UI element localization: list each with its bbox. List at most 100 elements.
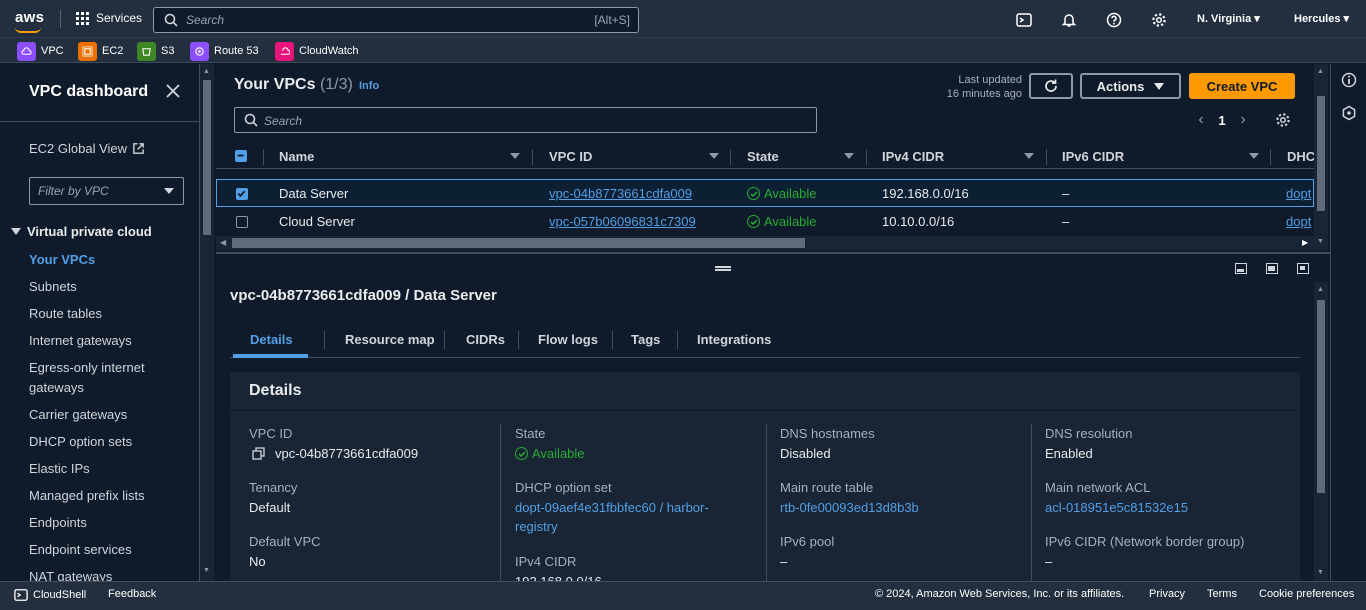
dhcp-option-link[interactable]: dopt (1286, 186, 1311, 201)
sidebar-item-endpoint-services[interactable]: Endpoint services (29, 540, 179, 560)
sidebar-item-managed-prefix-lists[interactable]: Managed prefix lists (29, 486, 179, 506)
scroll-left-arrow-icon[interactable]: ◀ (220, 238, 226, 247)
section-virtual-private-cloud[interactable]: Virtual private cloud (11, 224, 152, 239)
feedback-link[interactable]: Feedback (108, 588, 156, 600)
favorite-label: S3 (161, 45, 175, 57)
sidebar-item-carrier-gateways[interactable]: Carrier gateways (29, 405, 179, 425)
scroll-down-arrow-icon[interactable]: ▼ (1317, 569, 1324, 576)
tab-integrations[interactable]: Integrations (697, 332, 771, 347)
main-network-acl-link[interactable]: acl-018951e5c81532e15 (1045, 498, 1188, 517)
previous-page-icon[interactable]: ‹ (1189, 111, 1213, 129)
cloudshell-link[interactable]: CloudShell (14, 588, 86, 602)
panel-side-icon[interactable] (1266, 263, 1278, 274)
cookie-preferences-link[interactable]: Cookie preferences (1259, 588, 1354, 600)
close-icon[interactable] (165, 83, 181, 99)
row-checkbox[interactable] (236, 216, 248, 228)
sidebar-item-dhcp-option-sets[interactable]: DHCP option sets (29, 432, 179, 452)
scrollbar-thumb[interactable] (1317, 300, 1325, 493)
privacy-link[interactable]: Privacy (1149, 588, 1185, 600)
sort-caret-icon[interactable] (709, 153, 719, 159)
sidebar-item-subnets[interactable]: Subnets (29, 277, 179, 297)
help-icon[interactable] (1105, 11, 1123, 29)
vpc-id-link[interactable]: vpc-04b8773661cdfa009 (549, 186, 692, 201)
table-row[interactable]: Cloud Server vpc-057b06096831c7309 Avail… (216, 208, 1314, 235)
vpc-id-link[interactable]: vpc-057b06096831c7309 (549, 214, 696, 229)
create-vpc-button[interactable]: Create VPC (1189, 73, 1295, 99)
row-checkbox[interactable] (236, 188, 248, 200)
tab-details[interactable]: Details (250, 332, 293, 347)
sidebar-item-egress-only-internet-gateways[interactable]: Egress-only internet gateways (29, 358, 159, 398)
copy-icon[interactable] (252, 447, 265, 460)
filter-by-vpc-select[interactable]: Filter by VPC (29, 177, 184, 205)
column-header-state[interactable]: State (747, 149, 779, 164)
refresh-button[interactable] (1029, 73, 1073, 99)
panel-hide-icon[interactable] (1297, 263, 1309, 274)
sidebar-item-route-tables[interactable]: Route tables (29, 304, 179, 324)
hexagon-resource-icon[interactable] (1341, 105, 1357, 121)
actions-dropdown-button[interactable]: Actions (1080, 73, 1181, 99)
sort-caret-icon[interactable] (1249, 153, 1259, 159)
scroll-up-arrow-icon[interactable]: ▲ (203, 68, 210, 75)
current-page[interactable]: 1 (1213, 113, 1231, 128)
services-menu-button[interactable]: Services (76, 11, 142, 25)
sort-caret-icon[interactable] (844, 153, 854, 159)
table-horizontal-scrollbar[interactable]: ◀ ▶ (216, 236, 1314, 250)
tab-tags[interactable]: Tags (631, 332, 660, 347)
global-search-input[interactable]: Search [Alt+S] (153, 7, 639, 33)
scroll-right-arrow-icon[interactable]: ▶ (1302, 238, 1308, 247)
dhcp-option-link[interactable]: dopt (1286, 214, 1311, 229)
tab-flow-logs[interactable]: Flow logs (538, 332, 598, 347)
cloudshell-icon[interactable] (1015, 11, 1033, 29)
aws-logo[interactable]: aws (15, 9, 44, 33)
select-all-checkbox[interactable] (235, 150, 247, 162)
scroll-up-arrow-icon[interactable]: ▲ (1317, 286, 1324, 293)
info-circle-icon[interactable] (1341, 72, 1357, 88)
column-header-ipv6-cidr[interactable]: IPv6 CIDR (1062, 149, 1124, 164)
column-header-name[interactable]: Name (279, 149, 314, 164)
column-divider (532, 149, 533, 165)
column-header-vpc-id[interactable]: VPC ID (549, 149, 592, 164)
scrollbar-thumb[interactable] (232, 238, 805, 248)
sort-caret-icon[interactable] (1024, 153, 1034, 159)
scroll-up-arrow-icon[interactable]: ▲ (1317, 68, 1324, 75)
column-header-ipv4-cidr[interactable]: IPv4 CIDR (882, 149, 944, 164)
sidebar-item-endpoints[interactable]: Endpoints (29, 513, 179, 533)
scrollbar-thumb[interactable] (203, 80, 211, 235)
tab-resource-map[interactable]: Resource map (345, 332, 435, 347)
favorite-route53[interactable]: Route 53 (190, 41, 259, 61)
detail-vertical-scrollbar[interactable]: ▲ ▼ (1314, 282, 1328, 581)
main-route-table-link[interactable]: rtb-0fe00093ed13d8b3b (780, 498, 919, 517)
sidebar-scrollbar[interactable]: ▲ ▼ (200, 64, 214, 581)
region-selector[interactable]: N. Virginia ▾ (1197, 12, 1260, 25)
favorite-s3[interactable]: S3 (137, 41, 174, 61)
details-container: Details VPC ID vpc-04b8773661cdfa009 Ten… (230, 372, 1300, 594)
sort-caret-icon[interactable] (510, 153, 520, 159)
favorite-ec2[interactable]: EC2 (78, 41, 123, 61)
table-row[interactable]: Data Server vpc-04b8773661cdfa009 Availa… (216, 179, 1314, 207)
resize-handle-icon[interactable] (715, 266, 731, 271)
notifications-bell-icon[interactable] (1060, 11, 1078, 29)
sidebar-item-your-vpcs[interactable]: Your VPCs (29, 250, 179, 270)
sidebar-item-nat-gateways[interactable]: NAT gateways (29, 567, 179, 581)
vpc-search-input[interactable]: Search (234, 107, 817, 133)
account-menu[interactable]: Hercules ▾ (1294, 12, 1349, 25)
detail-tabs: Details Resource map CIDRs Flow logs Tag… (230, 322, 1300, 358)
table-preferences-gear-icon[interactable] (1275, 112, 1291, 128)
next-page-icon[interactable]: › (1231, 111, 1255, 129)
sidebar-item-internet-gateways[interactable]: Internet gateways (29, 331, 179, 351)
column-header-dhcp[interactable]: DHC (1287, 149, 1314, 164)
sidebar-item-elastic-ips[interactable]: Elastic IPs (29, 459, 179, 479)
dhcp-option-set-link[interactable]: dopt-09aef4e31fbbfec60 / harbor-registry (515, 498, 725, 536)
terms-link[interactable]: Terms (1207, 588, 1237, 600)
ec2-global-view-link[interactable]: EC2 Global View (29, 141, 145, 156)
scroll-down-arrow-icon[interactable]: ▼ (1317, 238, 1324, 245)
scrollbar-thumb[interactable] (1317, 96, 1325, 211)
info-link[interactable]: Info (359, 80, 379, 92)
favorite-cloudwatch[interactable]: CloudWatch (275, 41, 359, 61)
scroll-down-arrow-icon[interactable]: ▼ (203, 567, 210, 574)
table-vertical-scrollbar[interactable]: ▲ ▼ (1314, 64, 1328, 250)
favorite-vpc[interactable]: VPC (17, 41, 64, 61)
tab-cidrs[interactable]: CIDRs (466, 332, 505, 347)
panel-bottom-icon[interactable] (1235, 263, 1247, 274)
settings-gear-icon[interactable] (1150, 11, 1168, 29)
